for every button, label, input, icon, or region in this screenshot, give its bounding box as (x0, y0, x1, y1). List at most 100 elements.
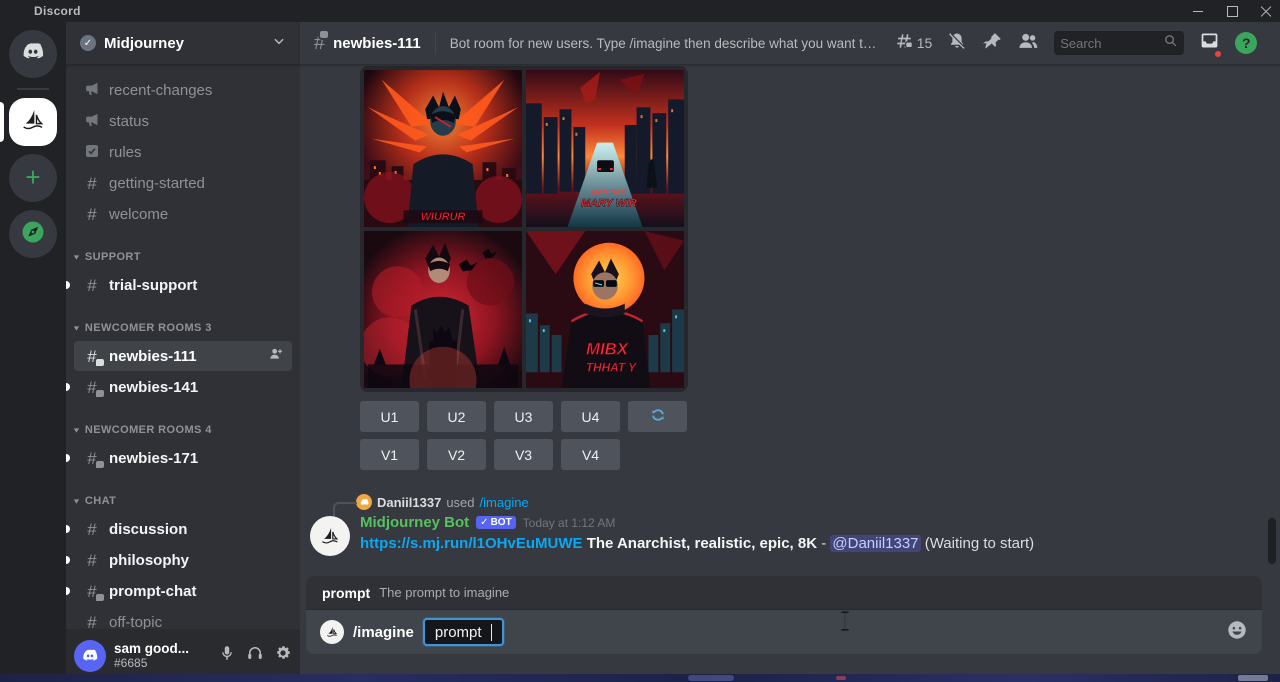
generated-image-3[interactable] (364, 231, 522, 388)
app-title: Discord (34, 4, 81, 18)
reply-context[interactable]: Daniil1337 used /imagine (356, 494, 1280, 510)
generated-image-4[interactable]: MIBX THHAT Y (526, 231, 684, 388)
section-newcomer-rooms-3[interactable]: ▼ NEWCOMER ROOMS 3 (66, 316, 300, 340)
explore-servers-button[interactable] (9, 210, 57, 258)
title-bar: Discord (0, 0, 1280, 22)
server-name: Midjourney (104, 35, 272, 52)
search-input[interactable] (1060, 36, 1163, 51)
hash-chat-icon: # (82, 379, 102, 396)
taskbar-item (1238, 675, 1268, 681)
v1-button[interactable]: V1 (360, 439, 419, 470)
variation-button-row: V1 V2 V3 V4 (360, 439, 1280, 470)
server-icon-midjourney[interactable] (9, 98, 57, 146)
discord-logo-icon (19, 38, 47, 71)
search-box[interactable] (1054, 31, 1184, 55)
reply-spine (333, 502, 357, 516)
channel-topic[interactable]: Bot room for new users. Type /imagine th… (450, 36, 880, 51)
channel-title: newbies-111 (333, 35, 421, 52)
unread-indicator (66, 556, 70, 564)
help-button[interactable]: ? (1235, 32, 1257, 54)
add-server-button[interactable]: + (9, 154, 57, 202)
unread-indicator (66, 587, 70, 595)
channel-rules[interactable]: rules (74, 137, 292, 167)
thread-count: 15 (917, 35, 933, 51)
chat-scrollbar[interactable] (1268, 518, 1276, 564)
channel-newbies-141[interactable]: # newbies-141 (74, 372, 292, 402)
chevron-down-icon: ▼ (72, 497, 81, 505)
channel-philosophy[interactable]: # philosophy (74, 545, 292, 575)
channel-trial-support[interactable]: # trial-support (74, 270, 292, 300)
channel-prompt-chat[interactable]: # prompt-chat (74, 576, 292, 606)
hash-chat-icon: # (82, 450, 102, 467)
channel-welcome[interactable]: # welcome (74, 199, 292, 229)
close-button[interactable] (1260, 5, 1272, 17)
section-chat[interactable]: ▼ CHAT (66, 489, 300, 513)
minimize-button[interactable] (1192, 5, 1204, 17)
v2-button[interactable]: V2 (427, 439, 486, 470)
image-caption-text: MARY WIR (581, 197, 637, 209)
threads-button[interactable]: 15 (894, 31, 933, 56)
section-support[interactable]: ▼ SUPPORT (66, 245, 300, 269)
microphone-icon[interactable] (218, 644, 236, 667)
notifications-muted-button[interactable] (947, 31, 967, 56)
message-input-bar[interactable]: /imagine prompt (306, 610, 1262, 654)
generated-image-2[interactable]: MAN TIAM MARY WIR (526, 70, 684, 227)
inbox-button[interactable] (1199, 30, 1220, 56)
section-newcomer-rooms-4[interactable]: ▼ NEWCOMER ROOMS 4 (66, 418, 300, 442)
user-identity[interactable]: sam good... #6685 (114, 641, 210, 670)
home-button[interactable] (9, 30, 57, 78)
reply-command-link[interactable]: /imagine (480, 495, 529, 510)
bell-slash-icon (947, 31, 967, 56)
u3-button[interactable]: U3 (494, 401, 553, 432)
bot-author-name[interactable]: Midjourney Bot (360, 514, 469, 531)
chevron-down-icon (272, 34, 286, 53)
hash-icon: # (82, 552, 102, 569)
v3-button[interactable]: V3 (494, 439, 553, 470)
midjourney-image-grid[interactable]: WIURUR (360, 66, 688, 392)
bot-badge: ✓BOT (476, 516, 516, 529)
prompt-option-field[interactable]: prompt (423, 618, 504, 646)
reroll-button[interactable] (628, 401, 687, 432)
headphones-icon[interactable] (246, 644, 264, 667)
generated-image-1[interactable]: WIURUR (364, 70, 522, 227)
image-caption-text: MAN TIAM (592, 190, 627, 197)
v4-button[interactable]: V4 (561, 439, 620, 470)
chevron-down-icon: ▼ (72, 426, 81, 434)
active-server-indicator (0, 102, 4, 142)
upscale-button-row: U1 U2 U3 U4 (360, 401, 1280, 432)
channel-newbies-171[interactable]: # newbies-171 (74, 443, 292, 473)
channel-recent-changes[interactable]: recent-changes (74, 75, 292, 105)
pinned-messages-button[interactable] (982, 31, 1002, 56)
user-avatar[interactable] (74, 640, 106, 672)
u1-button[interactable]: U1 (360, 401, 419, 432)
rail-divider (17, 88, 49, 90)
slash-command-popup[interactable]: prompt The prompt to imagine (306, 576, 1262, 610)
reply-username[interactable]: Daniil1337 (377, 495, 441, 510)
option-description: The prompt to imagine (379, 585, 509, 600)
image-caption-text: MIBX (586, 340, 629, 359)
channel-discussion[interactable]: # discussion (74, 514, 292, 544)
maximize-button[interactable] (1226, 5, 1238, 17)
channel-getting-started[interactable]: # getting-started (74, 168, 292, 198)
server-header[interactable]: ✓ Midjourney (66, 22, 300, 65)
prompt-field-value: prompt (435, 624, 482, 641)
channel-newbies-111[interactable]: # newbies-111 (74, 341, 292, 371)
channel-off-topic[interactable]: # off-topic (74, 607, 292, 629)
message-list[interactable]: WIURUR (300, 65, 1280, 576)
composer: prompt The prompt to imagine /imagine pr… (306, 576, 1262, 654)
server-rail: + (0, 22, 66, 682)
member-list-button[interactable] (1017, 30, 1039, 57)
u4-button[interactable]: U4 (561, 401, 620, 432)
user-discriminator: #6685 (114, 656, 210, 670)
channel-status[interactable]: status (74, 106, 292, 136)
megaphone-icon (82, 80, 102, 100)
user-mention[interactable]: @Daniil1337 (830, 535, 920, 552)
job-link[interactable]: https://s.mj.run/l1OHvEuMUWE (360, 535, 583, 552)
emoji-picker-button[interactable] (1226, 619, 1248, 646)
midjourney-bot-avatar[interactable] (310, 516, 350, 556)
active-command: /imagine (353, 624, 414, 641)
search-icon (1163, 33, 1178, 53)
u2-button[interactable]: U2 (427, 401, 486, 432)
invite-people-icon[interactable] (268, 346, 284, 367)
settings-gear-icon[interactable] (274, 644, 292, 667)
